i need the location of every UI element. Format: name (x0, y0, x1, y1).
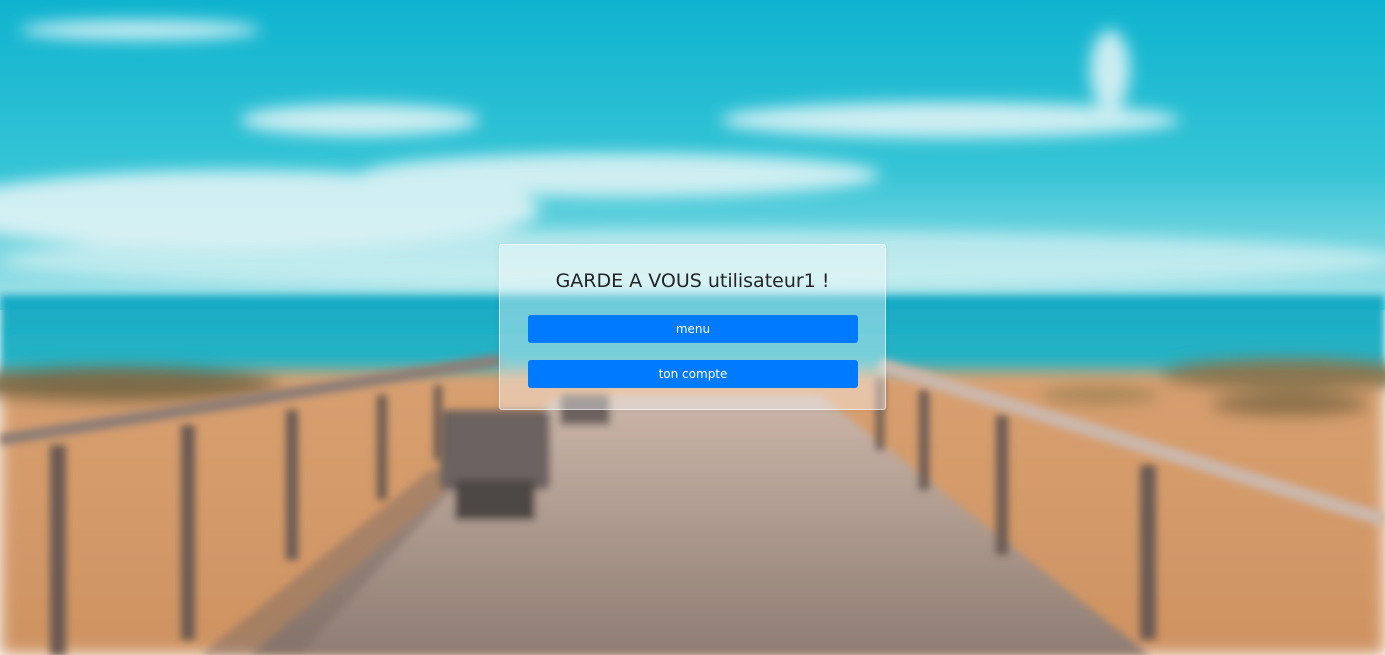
welcome-card: GARDE A VOUS utilisateur1 ! menu ton com… (499, 244, 886, 410)
account-button[interactable]: ton compte (528, 360, 858, 388)
menu-button[interactable]: menu (528, 315, 858, 343)
welcome-title: GARDE A VOUS utilisateur1 ! (555, 270, 830, 292)
